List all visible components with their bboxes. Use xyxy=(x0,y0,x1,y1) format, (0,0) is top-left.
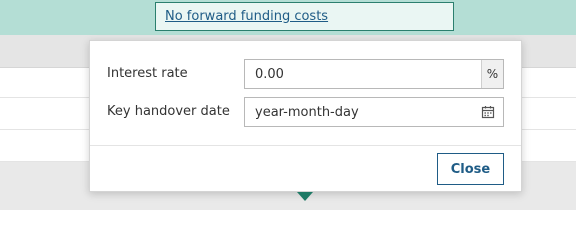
forward-funding-costs-link[interactable]: No forward funding costs xyxy=(165,9,328,24)
calendar-icon[interactable] xyxy=(481,105,495,119)
percent-suffix: % xyxy=(481,60,503,88)
interest-rate-value[interactable]: 0.00 xyxy=(255,67,284,82)
interest-rate-input[interactable]: 0.00 % xyxy=(244,59,504,89)
top-bar: No forward funding costs xyxy=(0,0,576,35)
close-button[interactable]: Close xyxy=(437,153,504,185)
popup-divider xyxy=(90,145,521,146)
interest-rate-label: Interest rate xyxy=(107,66,188,81)
key-handover-date-placeholder[interactable]: year-month-day xyxy=(255,105,359,120)
funding-costs-link-box[interactable]: No forward funding costs xyxy=(155,2,454,31)
key-handover-date-input[interactable]: year-month-day xyxy=(244,97,504,127)
funding-costs-popup: Interest rate 0.00 % Key handover date y… xyxy=(89,40,522,192)
popup-pointer-arrow xyxy=(297,192,313,201)
key-handover-date-label: Key handover date xyxy=(107,104,230,119)
